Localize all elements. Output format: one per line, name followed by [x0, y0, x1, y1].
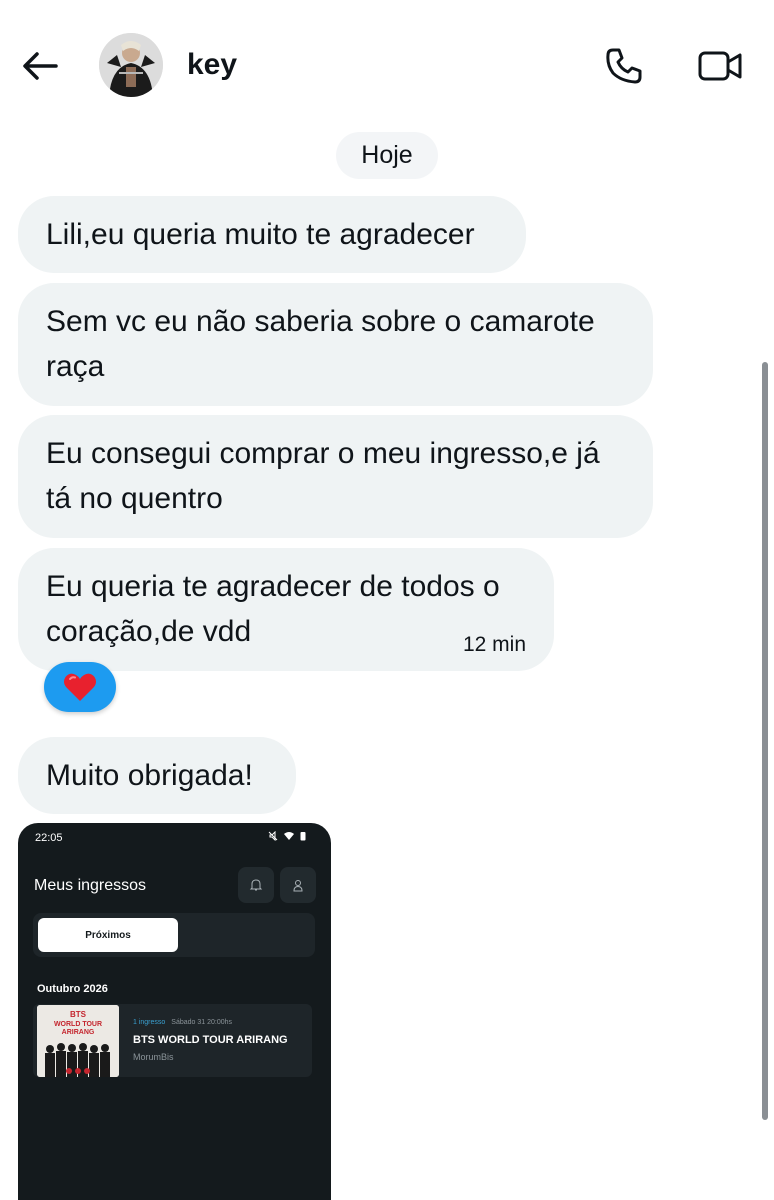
message-bubble[interactable]: Lili,eu queria muito te agradecer [18, 196, 526, 273]
attachment-month-heading: Outubro 2026 [37, 983, 108, 995]
event-venue: MorumBis [133, 1052, 174, 1062]
event-name: BTS WORLD TOUR ARIRANG [133, 1034, 288, 1046]
bell-icon [249, 879, 263, 891]
event-date: Sábado 31 20:00hs [171, 1019, 233, 1026]
message-text: raça [46, 350, 105, 383]
date-separator: Hoje [336, 132, 438, 179]
heart-icon [63, 673, 97, 701]
avatar[interactable] [99, 33, 163, 97]
attachment-status-time: 22:05 [35, 832, 63, 844]
message-text: tá no quentro [46, 482, 223, 515]
ticket-count: 1 ingresso [133, 1019, 166, 1026]
mute-icon [268, 831, 278, 841]
attachment-status-icons [268, 831, 306, 841]
message-text: coração,de vdd [46, 615, 252, 648]
avatar-image [99, 33, 163, 97]
attachment-tab-upcoming: Próximos [38, 918, 178, 952]
message-bubble[interactable]: Eu queria te agradecer de todos o coraçã… [18, 548, 554, 671]
wifi-icon [284, 832, 294, 840]
message-text: Eu queria te agradecer de todos o [46, 570, 500, 603]
heart-reaction[interactable] [44, 662, 116, 712]
contact-name[interactable]: key [187, 47, 237, 83]
message-text: Lili,eu queria muito te agradecer [46, 218, 475, 251]
message-text: Eu consegui comprar o meu ingresso,e já [46, 437, 600, 470]
video-camera-icon [698, 51, 742, 81]
poster-text: BTS [70, 1010, 87, 1019]
attachment-tab-bar: Próximos [33, 913, 315, 957]
attachment-title: Meus ingressos [34, 877, 147, 894]
message-bubble[interactable]: Eu consegui comprar o meu ingresso,e já … [18, 415, 653, 538]
battery-icon [300, 832, 306, 841]
ticket-meta: 1 ingresso Sábado 31 20:00hs [133, 1019, 232, 1026]
message-bubble[interactable]: Sem vc eu não saberia sobre o camarote r… [18, 283, 653, 406]
message-text: Sem vc eu não saberia sobre o camarote [46, 305, 595, 338]
message-bubble[interactable]: Muito obrigada! [18, 737, 296, 814]
attachment-profile-button [280, 867, 316, 903]
back-button[interactable] [20, 46, 60, 86]
arrow-left-icon [23, 52, 58, 80]
video-call-button[interactable] [694, 42, 746, 90]
phone-icon [606, 48, 642, 84]
attachment-bell-button [238, 867, 274, 903]
call-button[interactable] [600, 42, 648, 90]
event-poster: BTS WORLD TOUR ARIRANG [37, 1005, 119, 1077]
user-icon [293, 880, 303, 892]
attachment-ticket-card: BTS WORLD TOUR ARIRANG 1 ingresso Sábado … [33, 1004, 312, 1077]
image-attachment[interactable]: 22:05 Meus ingressos Próximos Outubro 20… [18, 823, 331, 1200]
poster-text: WORLD TOUR [54, 1021, 102, 1028]
scrollbar[interactable] [762, 362, 768, 1120]
chat-header: key [0, 0, 774, 130]
message-timestamp: 12 min [462, 633, 526, 656]
message-text: Muito obrigada! [46, 759, 253, 792]
poster-text: ARIRANG [62, 1029, 95, 1036]
